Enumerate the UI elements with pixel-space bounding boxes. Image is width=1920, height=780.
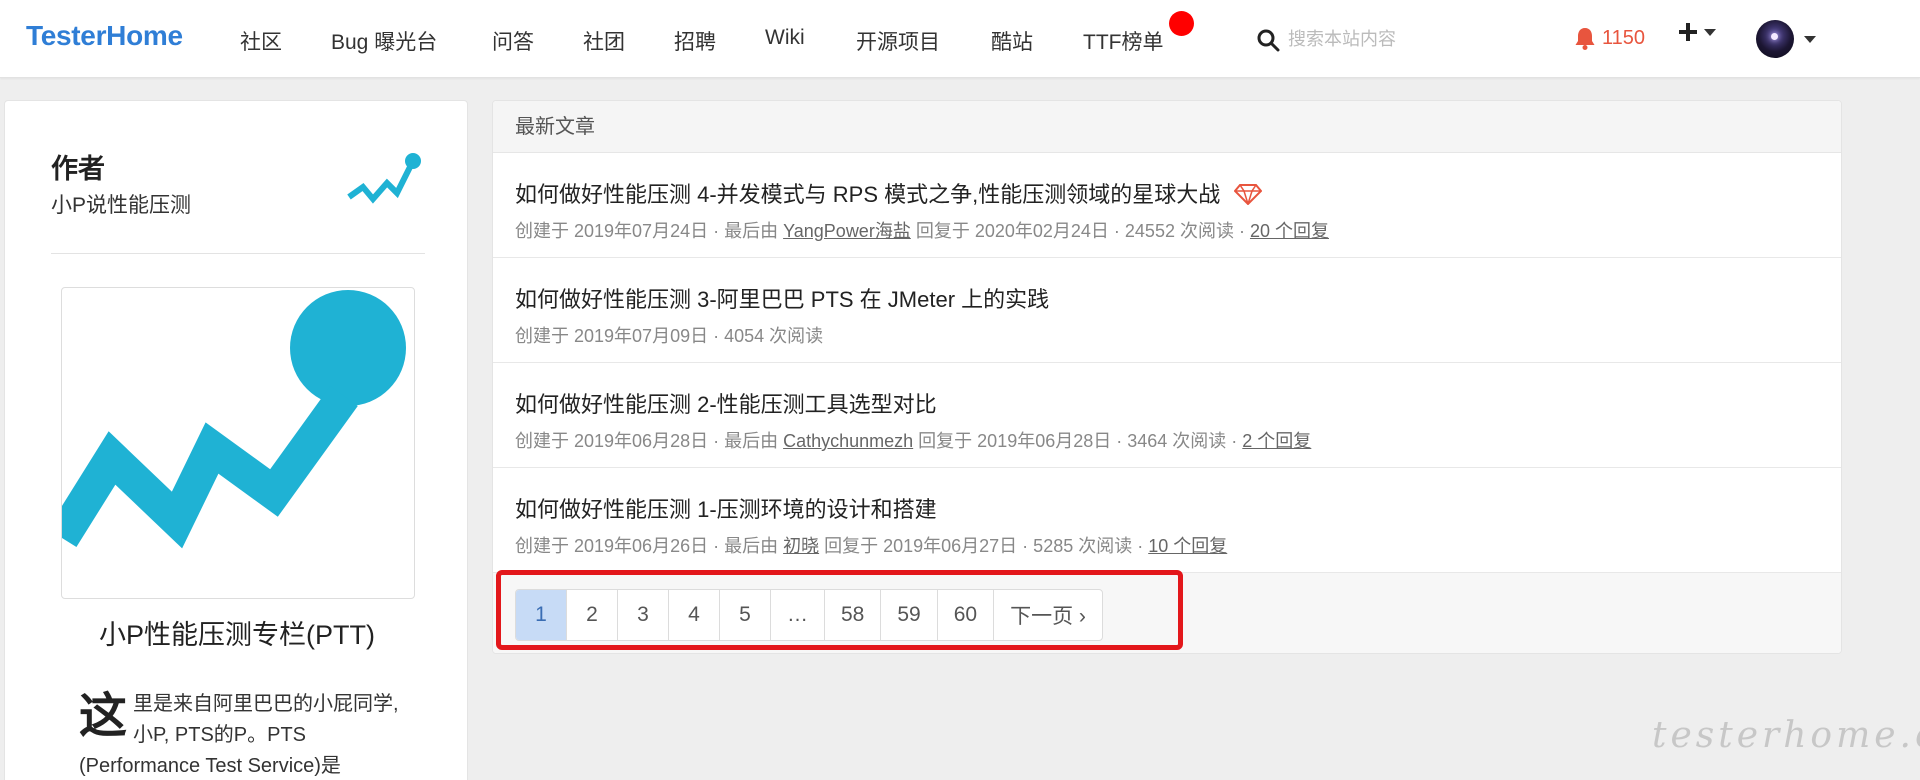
topic-title-text[interactable]: 如何做好性能压测 4-并发模式与 RPS 模式之争,性能压测领域的星球大战 [515, 182, 1220, 207]
nav-item-community[interactable]: 社区 [240, 26, 282, 56]
nav-item-wiki[interactable]: Wiki [765, 26, 805, 50]
topic-reply-info: 回复于 2020年02月24日 · 24552 次阅读 · [910, 221, 1250, 241]
notification-count: 1150 [1602, 26, 1646, 49]
topic-created: 创建于 2019年07月24日 · 最后由 [515, 221, 784, 241]
diamond-icon [1234, 184, 1263, 205]
column-name[interactable]: 小P性能压测专栏(PTT) [5, 613, 469, 652]
search-input[interactable] [1288, 22, 1548, 56]
topic-reply-count[interactable]: 10 个回复 [1148, 536, 1227, 556]
new-post-menu[interactable] [1678, 22, 1716, 42]
topic-created: 创建于 2019年07月09日 · 4054 次阅读 [515, 326, 824, 346]
column-intro: 这 里是来自阿里巴巴的小屁同学,小P, PTS的P。PTS (Performan… [79, 689, 399, 780]
topic-last-reply-user[interactable]: YangPower海盐 [783, 221, 911, 241]
nav-item-opensource[interactable]: 开源项目 [856, 26, 940, 56]
search-icon[interactable] [1256, 28, 1280, 52]
trend-logo-icon [347, 153, 421, 204]
topic-title-link[interactable]: 如何做好性能压测 3-阿里巴巴 PTS 在 JMeter 上的实践 [515, 282, 1049, 314]
divider [51, 253, 425, 254]
topic-last-reply-user[interactable]: Cathychunmezh [783, 431, 913, 451]
avatar [1756, 20, 1794, 58]
trend-chart-icon [62, 290, 406, 549]
topic-created: 创建于 2019年06月28日 · 最后由 [515, 431, 784, 451]
top-navbar: TesterHome 社区 Bug 曝光台 问答 社团 招聘 Wiki 开源项目… [0, 0, 1920, 78]
nav-item-jobs[interactable]: 招聘 [674, 26, 716, 56]
nav-item-sites[interactable]: 酷站 [991, 26, 1033, 56]
topic-title-link[interactable]: 如何做好性能压测 1-压测环境的设计和搭建 [515, 492, 937, 524]
intro-dropcap: 这 [79, 690, 128, 743]
topic-last-reply-user[interactable]: 初晓 [783, 536, 819, 556]
topic-reply-count[interactable]: 20 个回复 [1250, 221, 1329, 241]
nav-item-ttf[interactable]: TTF榜单 [1083, 26, 1163, 56]
nav-item-qa[interactable]: 问答 [492, 26, 534, 56]
chevron-down-icon [1804, 35, 1816, 43]
topic-row: 如何做好性能压测 1-压测环境的设计和搭建 创建于 2019年06月26日 · … [493, 468, 1841, 573]
nav-item-groups[interactable]: 社团 [583, 26, 625, 56]
pagination-highlight-box [496, 570, 1183, 650]
user-menu[interactable] [1756, 20, 1816, 58]
chevron-down-icon [1704, 28, 1716, 36]
topic-meta: 创建于 2019年07月24日 · 最后由 YangPower海盐 回复于 20… [515, 217, 1329, 243]
topic-title-link[interactable]: 如何做好性能压测 2-性能压测工具选型对比 [515, 387, 937, 419]
topic-row: 如何做好性能压测 2-性能压测工具选型对比 创建于 2019年06月28日 · … [493, 363, 1841, 468]
topic-row: 如何做好性能压测 4-并发模式与 RPS 模式之争,性能压测领域的星球大战 创建… [493, 153, 1841, 258]
nav-item-bug[interactable]: Bug 曝光台 [331, 26, 437, 56]
topic-reply-count[interactable]: 2 个回复 [1242, 431, 1311, 451]
topic-meta: 创建于 2019年06月26日 · 最后由 初晓 回复于 2019年06月27日… [515, 532, 1227, 558]
topic-row: 如何做好性能压测 3-阿里巴巴 PTS 在 JMeter 上的实践 创建于 20… [493, 258, 1841, 363]
topic-reply-info: 回复于 2019年06月28日 · 3464 次阅读 · [913, 431, 1243, 451]
section-title: 最新文章 [493, 101, 1841, 153]
notifications-button[interactable]: 1150 [1574, 26, 1645, 50]
topic-created: 创建于 2019年06月26日 · 最后由 [515, 536, 784, 556]
topic-title-link[interactable]: 如何做好性能压测 4-并发模式与 RPS 模式之争,性能压测领域的星球大战 [515, 177, 1263, 209]
column-cover-image[interactable] [61, 287, 415, 599]
bell-icon [1575, 28, 1595, 50]
brand-logo[interactable]: TesterHome [26, 20, 183, 52]
sidebar-title: 作者 [51, 154, 105, 184]
author-sidebar: 作者 小P说性能压测 小P性能压测专栏(PTT) 这 里是来自阿里巴巴的小屁同学… [4, 100, 468, 780]
topic-meta: 创建于 2019年06月28日 · 最后由 Cathychunmezh 回复于 … [515, 427, 1311, 453]
plus-icon [1679, 23, 1697, 41]
ttf-badge-dot [1169, 11, 1194, 36]
topic-reply-info: 回复于 2019年06月27日 · 5285 次阅读 · [819, 536, 1149, 556]
author-name[interactable]: 小P说性能压测 [51, 189, 191, 219]
watermark: testerhome.com [1652, 715, 1920, 756]
topic-meta: 创建于 2019年07月09日 · 4054 次阅读 [515, 322, 823, 348]
